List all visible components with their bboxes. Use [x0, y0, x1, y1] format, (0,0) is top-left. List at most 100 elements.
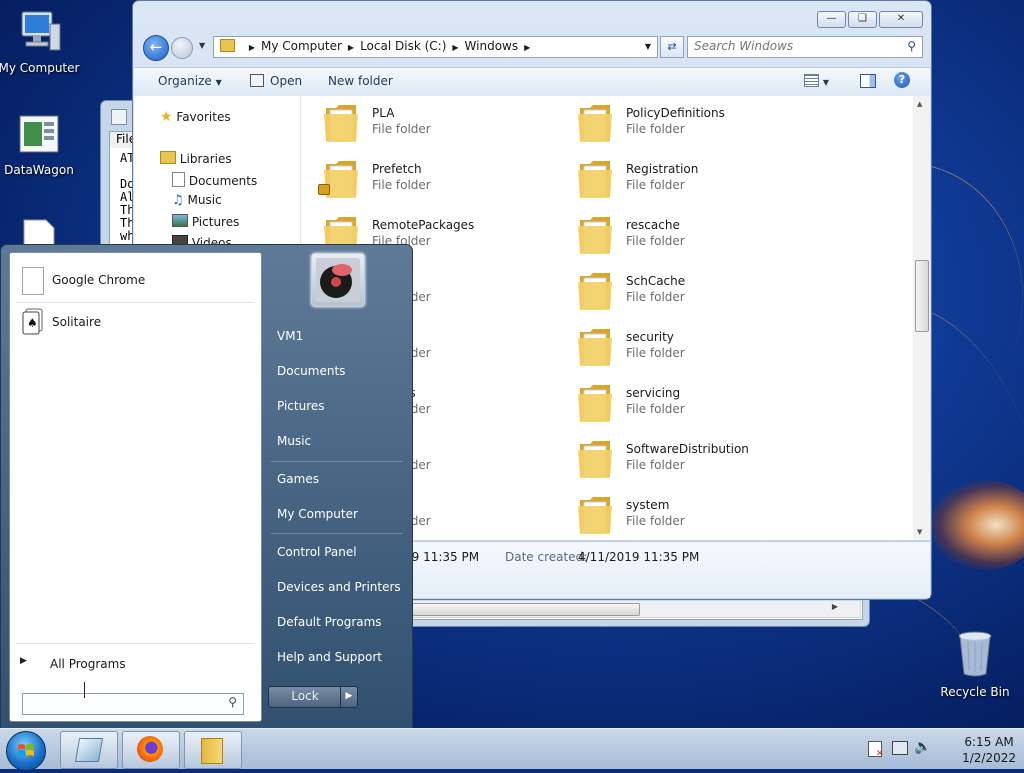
folder-type: File folder: [626, 514, 685, 528]
address-bar[interactable]: ▶ My Computer ▶ Local Disk (C:) ▶ Windows ▶ ▼: [213, 36, 658, 58]
folder-icon: [576, 214, 614, 259]
nav-libraries[interactable]: Libraries: [160, 151, 232, 166]
vertical-scrollbar[interactable]: ▲ ▼: [913, 96, 930, 540]
breadcrumb-separator-icon[interactable]: ▶: [524, 43, 530, 52]
search-input[interactable]: [688, 37, 899, 55]
open-button[interactable]: Open: [250, 74, 302, 88]
breadcrumb-separator-icon: ▶: [248, 43, 255, 52]
date-modified-value: 19 11:35 PM: [404, 550, 480, 564]
taskbar-explorer-button[interactable]: [184, 731, 242, 769]
refresh-button[interactable]: ⇄: [660, 36, 684, 58]
scroll-up-icon[interactable]: ▲: [917, 100, 922, 108]
desktop-icon-label: Recycle Bin: [940, 685, 1010, 699]
start-button[interactable]: [6, 731, 46, 771]
search-box[interactable]: ⚲: [687, 36, 923, 58]
start-item-google-chrome[interactable]: Google Chrome: [16, 261, 256, 299]
breadcrumb-item[interactable]: Local Disk (C:): [360, 39, 446, 53]
change-view-button[interactable]: ▼: [804, 74, 829, 88]
start-default-programs[interactable]: Default Programs: [277, 615, 382, 629]
folder-item[interactable]: rescache File folder: [576, 210, 826, 260]
start-search-box[interactable]: ⚲: [22, 693, 244, 715]
start-search-input[interactable]: [23, 694, 217, 714]
breadcrumb-separator-icon[interactable]: ▶: [348, 43, 354, 52]
recent-pages-dropdown[interactable]: ▼: [199, 41, 205, 50]
start-music[interactable]: Music: [277, 434, 311, 448]
breadcrumb-separator-icon[interactable]: ▶: [452, 43, 458, 52]
search-icon[interactable]: ⚲: [907, 39, 916, 53]
folder-item[interactable]: Prefetch File folder: [322, 154, 572, 204]
folder-item[interactable]: PLA File folder: [322, 98, 572, 148]
folder-name: Prefetch: [372, 162, 422, 176]
volume-icon[interactable]: 🔈: [914, 739, 931, 755]
minimize-button[interactable]: —: [817, 11, 846, 28]
horizontal-scroll-thumb[interactable]: [412, 603, 640, 616]
address-dropdown-icon[interactable]: ▼: [645, 37, 651, 56]
start-my-computer[interactable]: My Computer: [277, 507, 358, 521]
back-button[interactable]: ←: [143, 35, 169, 61]
folder-type: File folder: [626, 178, 685, 192]
nav-favorites[interactable]: ★ Favorites: [160, 109, 231, 125]
new-folder-button[interactable]: New folder: [328, 74, 393, 88]
start-item-solitaire[interactable]: ♠ Solitaire: [16, 303, 256, 341]
folder-icon: [322, 102, 360, 147]
shutdown-options-button[interactable]: ▶: [340, 686, 358, 708]
forward-button[interactable]: [171, 37, 193, 59]
caption-buttons: — ❑ ✕: [817, 11, 923, 28]
start-games[interactable]: Games: [277, 472, 319, 486]
lock-button[interactable]: Lock: [268, 686, 342, 708]
close-button[interactable]: ✕: [879, 11, 923, 28]
folder-item[interactable]: SoftwareDistribution File folder: [576, 434, 826, 484]
date-created-label: Date created:: [505, 550, 588, 564]
search-icon[interactable]: ⚲: [228, 695, 237, 709]
clock[interactable]: 6:15 AM 1/2/2022: [962, 734, 1016, 766]
folder-item[interactable]: SchCache File folder: [576, 266, 826, 316]
folder-type: File folder: [626, 122, 685, 136]
maximize-button[interactable]: ❑: [848, 11, 877, 28]
notepad-icon: [111, 109, 127, 125]
folder-small-icon: [220, 39, 235, 52]
nav-music[interactable]: ♫ Music: [172, 193, 222, 208]
folder-item[interactable]: servicing File folder: [576, 378, 826, 428]
scroll-down-icon[interactable]: ▼: [917, 528, 922, 536]
organize-label: Organize: [158, 74, 212, 88]
folder-item[interactable]: PolicyDefinitions File folder: [576, 98, 826, 148]
breadcrumb-item[interactable]: Windows: [465, 39, 519, 53]
horizontal-scrollbar[interactable]: ▶: [411, 600, 861, 618]
chevron-right-icon: ▶: [345, 691, 353, 701]
start-help-and-support[interactable]: Help and Support: [277, 650, 382, 664]
user-picture[interactable]: [311, 253, 365, 307]
folder-item[interactable]: system File folder: [576, 490, 826, 540]
folder-type: File folder: [372, 178, 431, 192]
taskbar-firefox-button[interactable]: [122, 731, 180, 769]
start-devices-and-printers[interactable]: Devices and Printers: [277, 580, 401, 594]
desktop-icon-my-computer[interactable]: My Computer: [0, 10, 84, 75]
folder-item[interactable]: security File folder: [576, 322, 826, 372]
nav-music-label: Music: [187, 193, 222, 207]
organize-button[interactable]: Organize ▼: [158, 74, 222, 88]
folder-name: SoftwareDistribution: [626, 442, 749, 456]
help-button[interactable]: ?: [894, 72, 910, 88]
preview-pane-button[interactable]: [860, 74, 876, 89]
start-control-panel[interactable]: Control Panel: [277, 545, 357, 559]
folder-icon: [576, 382, 614, 427]
start-item-label: Google Chrome: [52, 273, 146, 287]
desktop-icon-recycle-bin[interactable]: Recycle Bin: [930, 630, 1020, 699]
all-programs-label: All Programs: [50, 657, 126, 671]
separator: [271, 461, 403, 462]
all-programs-button[interactable]: ▶ All Programs: [16, 651, 256, 677]
scroll-thumb[interactable]: [915, 260, 929, 332]
start-user-name[interactable]: VM1: [277, 329, 303, 343]
nav-documents[interactable]: Documents: [172, 172, 257, 188]
taskbar: ✕ 🔈 6:15 AM 1/2/2022: [0, 728, 1024, 771]
scroll-right-icon[interactable]: ▶: [832, 602, 838, 611]
taskbar-notepad-button[interactable]: [60, 731, 118, 769]
start-documents[interactable]: Documents: [277, 364, 345, 378]
desktop-icon-datawagon[interactable]: DataWagon: [0, 114, 84, 177]
network-icon[interactable]: [892, 741, 908, 755]
music-icon: ♫: [172, 193, 184, 208]
start-menu-programs-pane: Google Chrome ♠ Solitaire ▶ All Programs…: [9, 252, 262, 722]
breadcrumb-item[interactable]: My Computer: [261, 39, 342, 53]
start-pictures[interactable]: Pictures: [277, 399, 325, 413]
folder-item[interactable]: Registration File folder: [576, 154, 826, 204]
nav-pictures[interactable]: Pictures: [172, 214, 239, 229]
